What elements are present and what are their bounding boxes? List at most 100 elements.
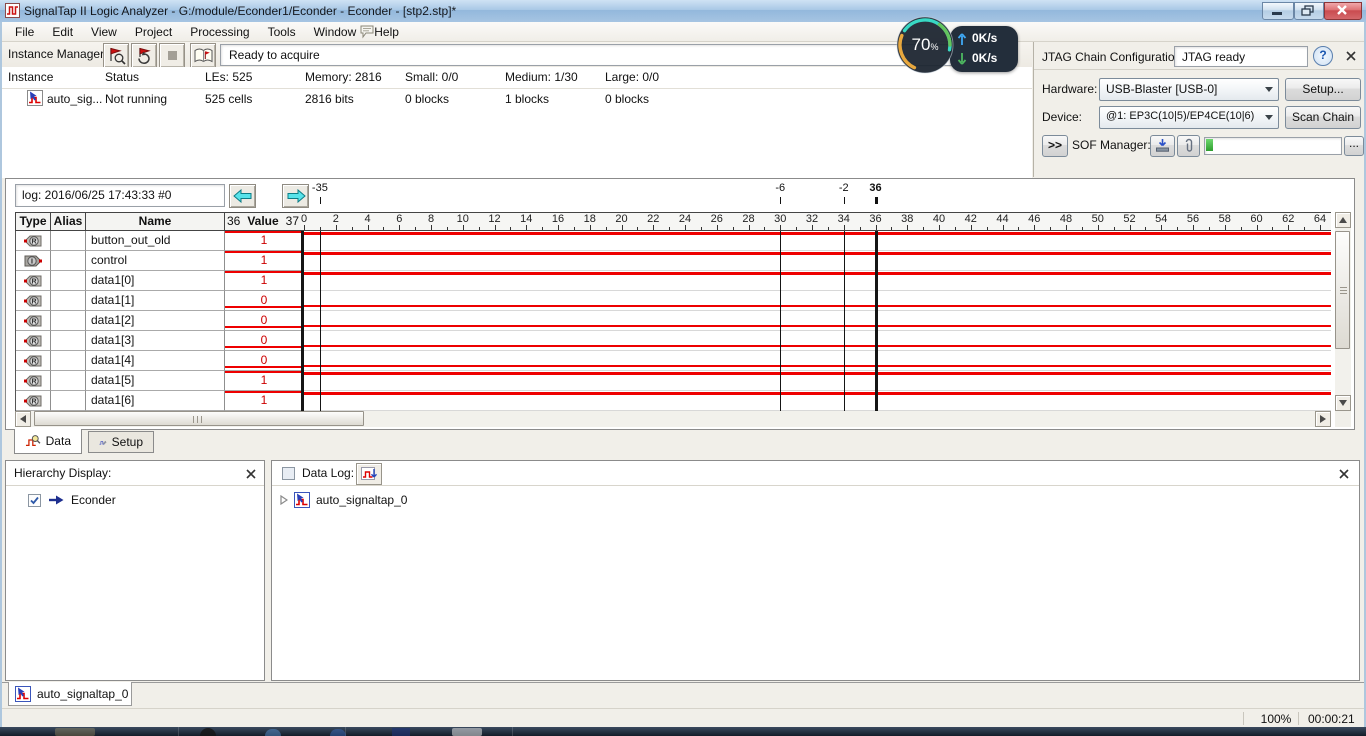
signal-row[interactable]: Icontrol1 [16,251,303,271]
instance-cell-0[interactable]: auto_sig... [47,92,102,106]
bottom-tab-auto-signaltap[interactable]: auto_signaltap_0 [8,682,132,706]
signal-alias-cell[interactable] [51,291,86,311]
datalog-checkbox[interactable] [282,467,295,480]
time-bar-label-36[interactable]: 36 [861,182,891,194]
signal-wave-row[interactable] [304,311,1331,331]
signal-row[interactable]: Rdata1[5]1 [16,371,303,391]
attach-sof-button[interactable] [1177,135,1200,157]
run-analysis-button[interactable] [103,43,129,68]
menu-project[interactable]: Project [126,23,181,41]
signal-alias-cell[interactable] [51,331,86,351]
signal-wave-row[interactable] [304,231,1331,251]
hierarchy-item-econder[interactable]: Econder [28,492,116,508]
minimize-button[interactable] [1262,2,1294,20]
windows-taskbar[interactable] [0,727,1366,736]
menu-file[interactable]: File [6,23,43,41]
time-bar-label--2[interactable]: -2 [829,182,859,194]
datalog-capture-button[interactable] [356,463,382,485]
h-scrollbar[interactable] [15,411,1331,427]
help-button[interactable]: ? [1313,46,1333,66]
scroll-down-arrow[interactable] [1335,395,1351,411]
signal-name-cell[interactable]: data1[4] [86,351,225,371]
signal-name-cell[interactable]: data1[0] [86,271,225,291]
time-ruler[interactable]: 0246810121416182022242628303234363840424… [301,212,1331,231]
setup-button[interactable]: Setup... [1285,78,1361,101]
signal-wave-row[interactable] [304,391,1331,411]
signal-name-cell[interactable]: data1[6] [86,391,225,411]
signal-name-cell[interactable]: button_out_old [86,231,225,251]
menu-window[interactable]: Window [305,23,366,41]
hierarchy-close-icon[interactable] [246,468,256,482]
signal-wave-row[interactable] [304,251,1331,271]
tab-setup[interactable]: Setup [88,431,154,453]
datalog-item[interactable]: auto_signaltap_0 [280,492,407,508]
signal-wave-row[interactable] [304,351,1331,371]
signal-row[interactable]: Rdata1[6]1 [16,391,303,411]
econder-checkbox[interactable] [28,494,41,507]
sof-expand-button[interactable]: >> [1042,135,1068,157]
read-data-button[interactable] [190,43,216,68]
signal-alias-cell[interactable] [51,311,86,331]
menu-edit[interactable]: Edit [43,23,82,41]
signal-wave-row[interactable] [304,291,1331,311]
menu-processing[interactable]: Processing [181,23,258,41]
recorder-gauge[interactable]: 70% [894,14,956,76]
signal-name-cell[interactable]: data1[1] [86,291,225,311]
autorun-analysis-button[interactable] [131,43,157,68]
signal-row[interactable]: Rbutton_out_old1 [16,231,303,251]
time-bar-label--35[interactable]: -35 [305,182,335,194]
signal-row[interactable]: Rdata1[4]0 [16,351,303,371]
signal-wave-row[interactable] [304,371,1331,391]
signal-wave-row[interactable] [304,271,1331,291]
wave-area[interactable] [301,231,1331,411]
h-scroll-thumb[interactable] [34,411,364,426]
device-select[interactable]: @1: EP3C(10|5)/EP4CE(10|6) (0 [1099,106,1279,129]
signal-name-cell[interactable]: data1[5] [86,371,225,391]
marker-labels-layer[interactable]: -35 -6 -236 [6,179,1336,211]
tick-label-26: 26 [706,213,728,225]
scroll-right-arrow[interactable] [1315,411,1331,427]
sof-manager-label: SOF Manager: [1072,138,1151,152]
signal-row[interactable]: Rdata1[1]0 [16,291,303,311]
datalog-close-icon[interactable] [1339,468,1349,482]
signal-name-cell[interactable]: data1[2] [86,311,225,331]
v-scrollbar[interactable] [1335,212,1351,411]
hardware-select[interactable]: USB-Blaster [USB-0] [1099,78,1279,101]
status-bar: 100% 00:00:21 [0,708,1366,728]
instance-col-2: LEs: 525 [205,70,252,84]
tick-label-10: 10 [452,213,474,225]
hierarchy-item-label: Econder [71,493,116,507]
signal-alias-cell[interactable] [51,271,86,291]
jtag-close-icon[interactable] [1346,50,1356,64]
scroll-left-arrow[interactable] [15,411,31,427]
signal-name-cell[interactable]: control [86,251,225,271]
signal-alias-cell[interactable] [51,351,86,371]
scroll-up-arrow[interactable] [1335,212,1351,228]
scan-chain-button[interactable]: Scan Chain [1285,106,1361,129]
network-speed-pill[interactable]: 0K/s 0K/s [950,26,1018,72]
jtag-status-box: JTAG ready [1174,46,1308,67]
program-device-button[interactable] [1150,135,1175,157]
close-button[interactable] [1324,2,1362,20]
signal-alias-cell[interactable] [51,371,86,391]
window-title: SignalTap II Logic Analyzer - G:/module/… [24,4,456,18]
menu-tools[interactable]: Tools [259,23,305,41]
v-scroll-thumb[interactable] [1335,231,1350,349]
restore-button[interactable] [1294,2,1324,20]
signal-row[interactable]: Rdata1[2]0 [16,311,303,331]
signal-alias-cell[interactable] [51,251,86,271]
signal-grid[interactable]: Rbutton_out_old1Icontrol1Rdata1[0]1Rdata… [15,231,303,411]
tick-label-42: 42 [960,213,982,225]
signal-name-cell[interactable]: data1[3] [86,331,225,351]
stop-analysis-button[interactable] [159,43,185,68]
signal-wave-row[interactable] [304,331,1331,351]
signal-row[interactable]: Rdata1[3]0 [16,331,303,351]
time-bar-label--6[interactable]: -6 [765,182,795,194]
tab-data[interactable]: Data [14,429,82,454]
menu-view[interactable]: View [82,23,126,41]
signal-row[interactable]: Rdata1[0]1 [16,271,303,291]
feedback-bubble-icon[interactable] [360,25,375,42]
signal-alias-cell[interactable] [51,231,86,251]
sof-browse-button[interactable]: ... [1344,136,1364,156]
signal-alias-cell[interactable] [51,391,86,411]
